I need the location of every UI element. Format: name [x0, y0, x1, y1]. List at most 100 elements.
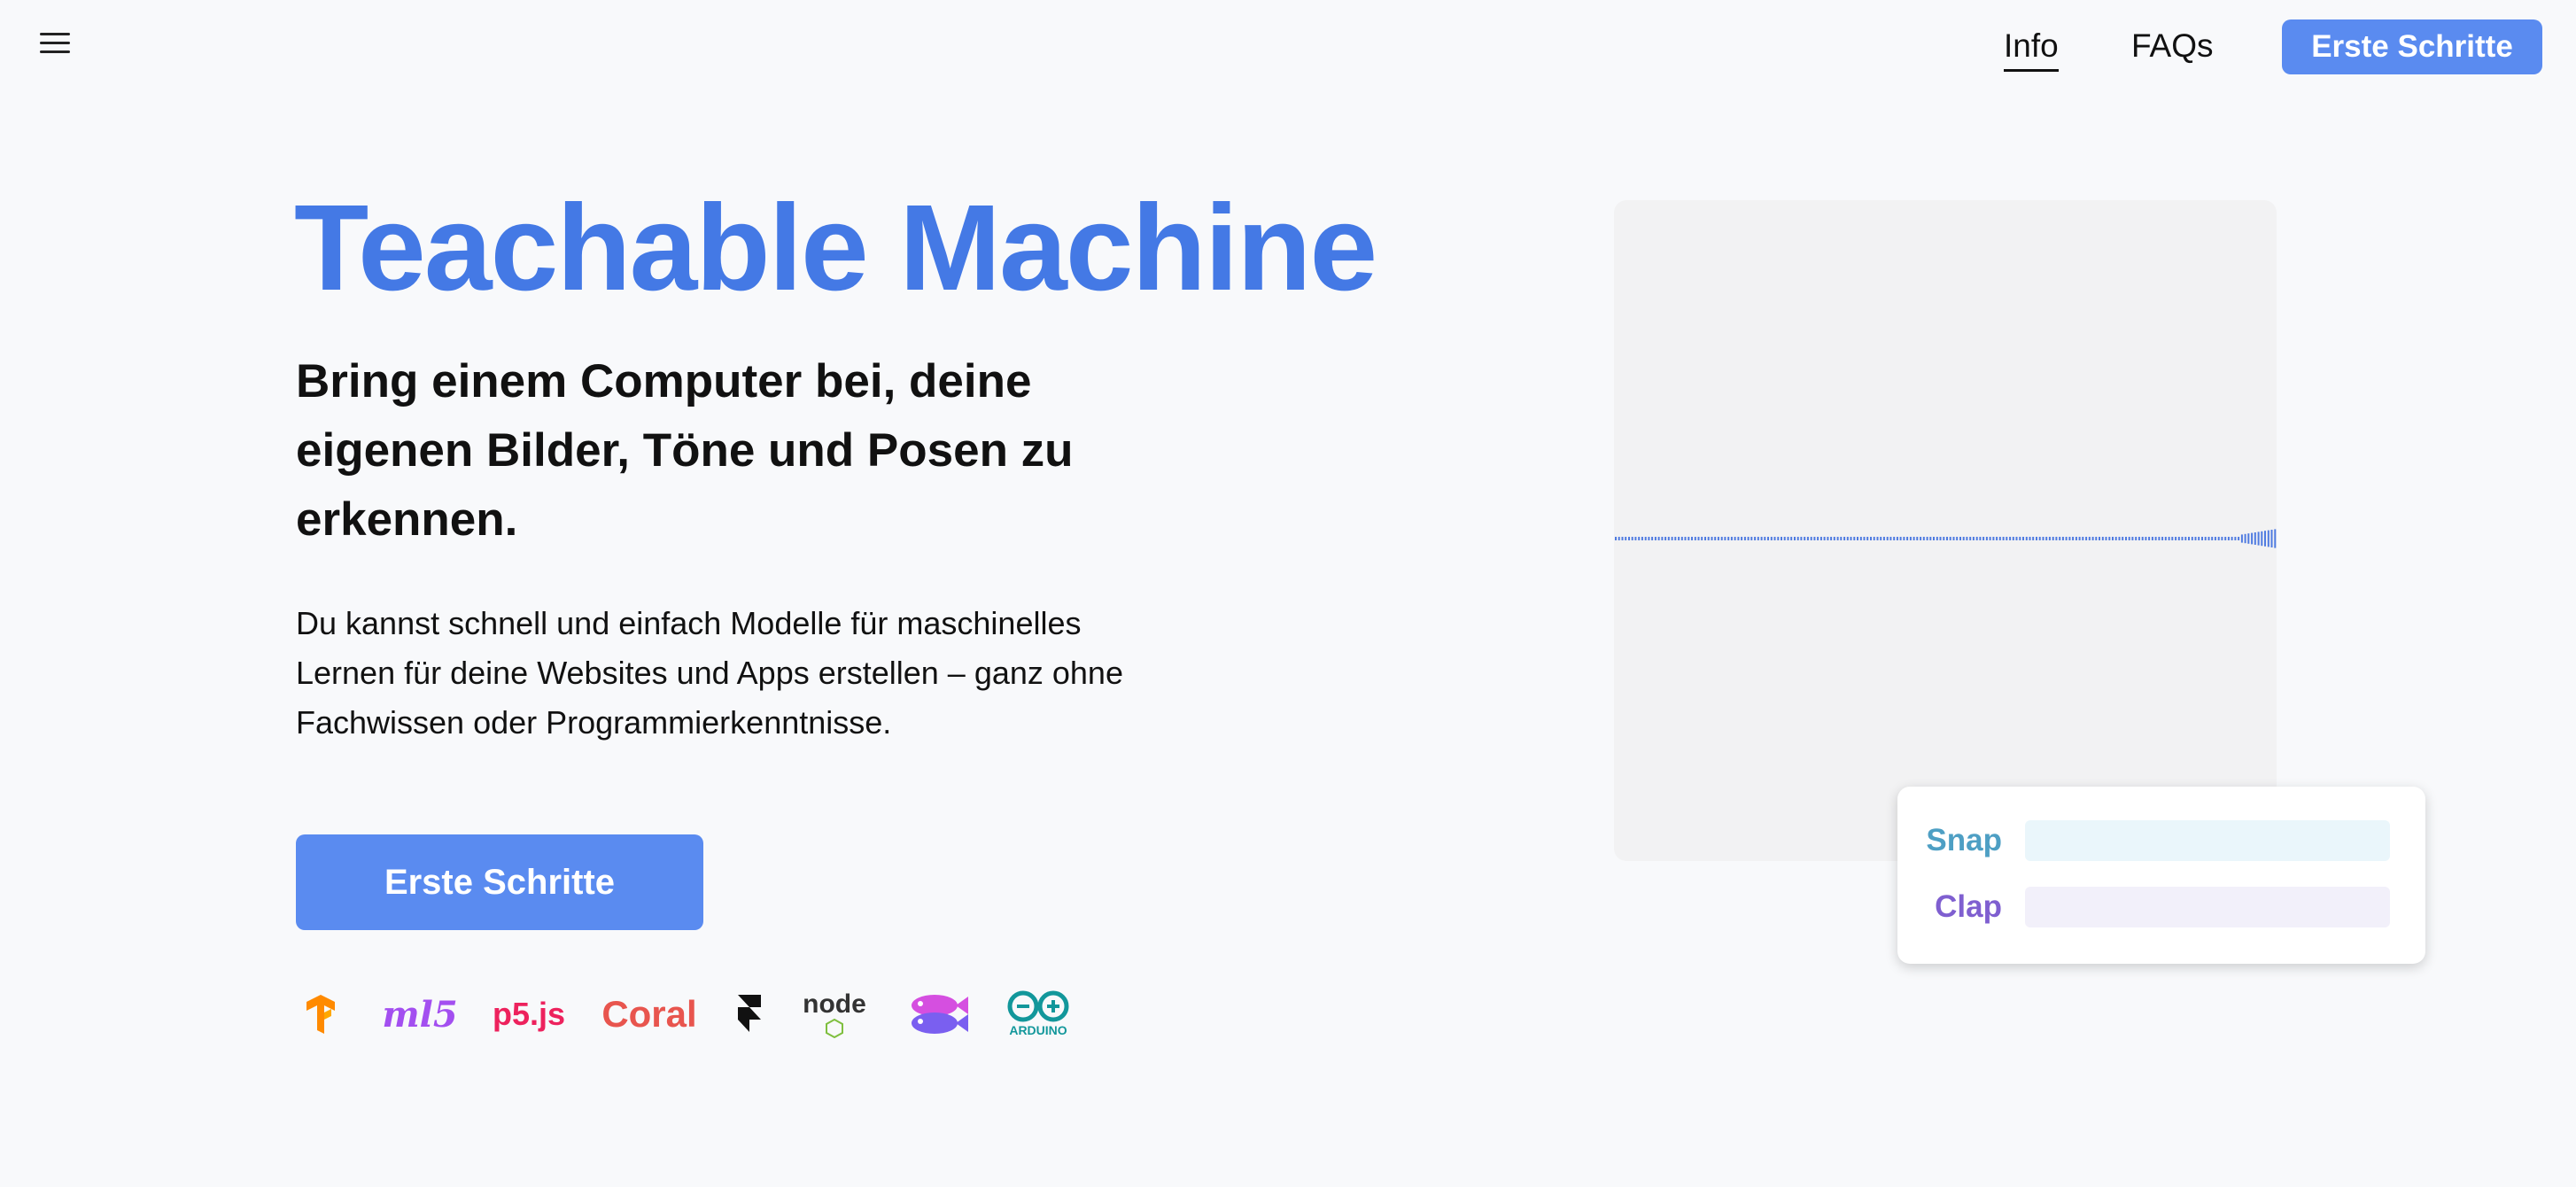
waveform-sample	[2022, 537, 2024, 540]
waveform-sample	[1754, 537, 1757, 540]
waveform-sample	[1866, 537, 1869, 540]
waveform-sample	[2125, 537, 2127, 540]
menu-icon[interactable]	[37, 28, 73, 57]
class-confidence-bar-clap	[2025, 887, 2390, 927]
waveform-sample	[1859, 537, 1862, 540]
ml5-logo: ml5	[377, 983, 462, 1045]
waveform-sample	[2240, 534, 2243, 543]
waveform-sample	[2188, 537, 2190, 540]
waveform-sample	[1667, 537, 1670, 540]
waveform-sample	[1741, 537, 1743, 540]
waveform-sample	[1946, 537, 1948, 540]
waveform-sample	[1737, 537, 1740, 540]
waveform-sample	[1949, 537, 1951, 540]
nav-link-faqs[interactable]: FAQs	[2131, 25, 2214, 67]
waveform-sample	[2257, 531, 2260, 546]
menu-icon-line	[40, 33, 70, 35]
waveform-sample	[2078, 537, 2081, 540]
waveform-sample	[1906, 537, 1909, 540]
waveform-sample	[2161, 537, 2164, 540]
waveform-sample	[2072, 537, 2075, 540]
waveform-sample	[1777, 537, 1780, 540]
waveform-sample	[1701, 537, 1703, 540]
waveform-sample	[2122, 537, 2124, 540]
waveform-sample	[1916, 537, 1919, 540]
waveform-sample	[1664, 537, 1667, 540]
waveform-sample	[1880, 537, 1882, 540]
waveform-sample	[2052, 537, 2054, 540]
waveform-sample	[1767, 537, 1769, 540]
waveform-sample	[2231, 537, 2233, 540]
waveform-sample	[1688, 537, 1690, 540]
waveform-sample	[2244, 533, 2246, 544]
waveform-sample	[1830, 537, 1833, 540]
waveform-sample	[2221, 537, 2223, 540]
waveform-sample	[1903, 537, 1905, 540]
waveform-sample	[1899, 537, 1902, 540]
waveform-sample	[2204, 537, 2207, 540]
waveform-sample	[1711, 537, 1713, 540]
waveform-sample	[1654, 537, 1657, 540]
waveform-sample	[2267, 530, 2270, 547]
waveform-sample	[1806, 537, 1809, 540]
waveform-sample	[2075, 537, 2077, 540]
waveform-sample	[2184, 537, 2187, 540]
coral-logo: Coral	[601, 983, 698, 1045]
waveform-sample	[1882, 537, 1885, 540]
waveform-sample	[2171, 537, 2174, 540]
waveform-sample	[2251, 532, 2254, 545]
waveform-sample	[1743, 537, 1746, 540]
waveform-sample	[1975, 537, 1978, 540]
waveform-sample	[1886, 537, 1889, 540]
framer-logo	[735, 983, 764, 1045]
waveform-sample	[2105, 537, 2107, 540]
waveform-sample	[1943, 537, 1945, 540]
waveform-sample	[2194, 537, 2197, 540]
waveform-sample	[2175, 537, 2177, 540]
waveform-sample	[1770, 537, 1773, 540]
waveform-sample	[1691, 537, 1693, 540]
waveform-sample	[1800, 537, 1803, 540]
waveform-sample	[2114, 537, 2117, 540]
waveform-sample	[1628, 537, 1630, 540]
waveform-sample	[1982, 537, 1985, 540]
nav-get-started-button[interactable]: Erste Schritte	[2282, 19, 2542, 74]
waveform-sample	[1823, 537, 1826, 540]
get-started-button[interactable]: Erste Schritte	[296, 834, 703, 930]
coral-logo-text: Coral	[601, 993, 697, 1035]
waveform-sample	[2270, 530, 2273, 547]
waveform-sample	[2061, 537, 2064, 540]
waveform-sample	[2227, 537, 2230, 540]
page-title: Teachable Machine	[294, 180, 1377, 316]
nav-link-info[interactable]: Info	[2004, 25, 2059, 72]
waveform-sample	[1846, 537, 1849, 540]
waveform-sample	[1876, 537, 1879, 540]
audio-waveform	[1615, 529, 2277, 548]
waveform-sample	[2118, 537, 2121, 540]
waveform-sample	[1836, 537, 1839, 540]
waveform-sample	[1727, 537, 1730, 540]
waveform-sample	[2201, 537, 2203, 540]
waveform-sample	[2128, 537, 2130, 540]
arduino-icon	[1007, 990, 1069, 1022]
waveform-sample	[1939, 537, 1942, 540]
waveform-sample	[1625, 537, 1627, 540]
waveform-sample	[1996, 537, 1998, 540]
waveform-sample	[1843, 537, 1846, 540]
waveform-sample	[1840, 537, 1843, 540]
waveform-sample	[1684, 537, 1687, 540]
waveform-sample	[2025, 537, 2028, 540]
waveform-sample	[2261, 531, 2263, 547]
waveform-sample	[1638, 537, 1641, 540]
ml5-logo-text: ml5	[382, 993, 458, 1036]
waveform-sample	[1717, 537, 1719, 540]
tensorflow-icon	[306, 995, 335, 1034]
waveform-sample	[1707, 537, 1710, 540]
waveform-sample	[1896, 537, 1898, 540]
waveform-sample	[2154, 537, 2157, 540]
waveform-sample	[1922, 537, 1925, 540]
waveform-sample	[2181, 537, 2184, 540]
waveform-sample	[2168, 537, 2170, 540]
waveform-sample	[1863, 537, 1866, 540]
p5js-logo: p5.js	[493, 983, 565, 1045]
